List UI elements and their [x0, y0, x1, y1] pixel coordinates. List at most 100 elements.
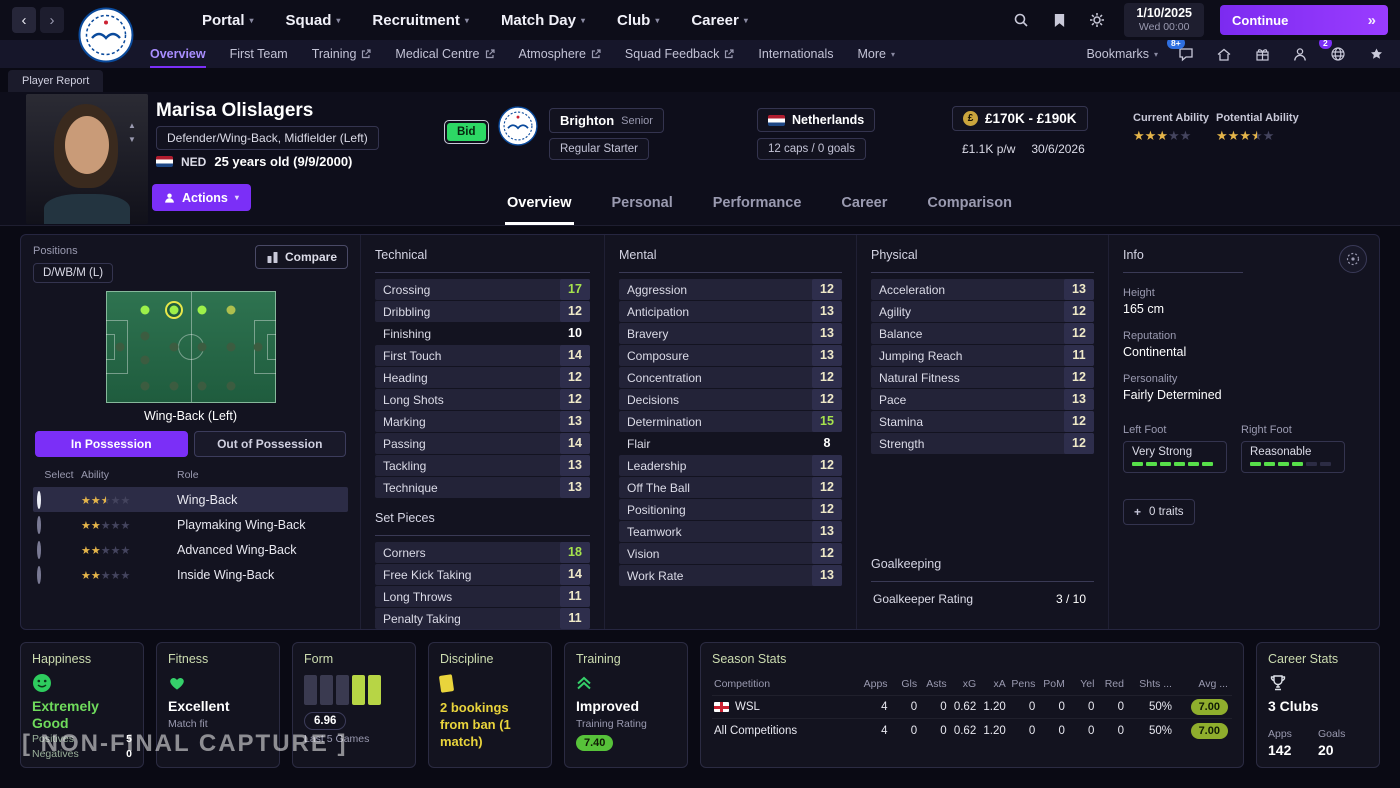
gear-icon[interactable]	[1086, 9, 1108, 31]
role-radio[interactable]	[37, 541, 41, 559]
globe-icon[interactable]: 2	[1328, 44, 1348, 64]
star-icon: ★	[1228, 128, 1240, 143]
form-panel[interactable]: Form 6.96 Last 5 Games	[292, 642, 416, 768]
attribute-row: Heading12	[375, 367, 590, 388]
previous-player-button[interactable]: ▲	[128, 122, 136, 130]
field-value: Continental	[1123, 345, 1365, 359]
negatives-count: 0	[126, 747, 132, 763]
role-row[interactable]: ★★★★★Wing-Back	[33, 487, 348, 512]
average-rating-cell: 7.00	[1176, 699, 1232, 715]
traits-button[interactable]: + 0 traits	[1123, 499, 1195, 525]
money-icon: £	[963, 111, 978, 126]
continue-button[interactable]: Continue »	[1220, 5, 1388, 35]
subnav-overview[interactable]: Overview	[150, 40, 206, 68]
fitness-panel[interactable]: Fitness Excellent Match fit	[156, 642, 280, 768]
awards-icon[interactable]	[1366, 44, 1386, 64]
subnav-squad-feedback[interactable]: Squad Feedback	[625, 40, 735, 68]
bookmark-icon[interactable]	[1048, 9, 1070, 31]
next-player-button[interactable]: ▼	[128, 136, 136, 144]
happiness-status: Extremely Good	[32, 698, 132, 732]
attribute-value: 13	[812, 345, 842, 366]
star-icon: ★	[81, 570, 91, 582]
club-status-box[interactable]: Brighton Senior	[549, 108, 664, 133]
chevron-down-icon: ▾	[250, 16, 254, 25]
info-panel: Info Height 165 cm Reputation Continenta…	[1109, 235, 1379, 629]
menu-portal[interactable]: Portal▾	[202, 12, 254, 29]
home-icon[interactable]	[1214, 44, 1234, 64]
footedness-section: Left Foot Very Strong Right Foot Reasona…	[1123, 424, 1365, 473]
star-icon: ★	[81, 495, 91, 507]
compare-button[interactable]: Compare	[255, 245, 348, 269]
subnav-more[interactable]: More▾	[857, 40, 895, 68]
subnav-medical-centre[interactable]: Medical Centre	[395, 40, 494, 68]
back-button[interactable]: ‹	[12, 7, 36, 33]
panel-settings-icon[interactable]	[1339, 245, 1367, 273]
training-panel[interactable]: Training Improved Training Rating 7.40	[564, 642, 688, 768]
foot-strength-segment	[1160, 462, 1171, 466]
game-date-button[interactable]: 1/10/2025 Wed 00:00	[1124, 3, 1204, 38]
attribute-name: Flair	[627, 437, 650, 451]
national-team-box[interactable]: Netherlands	[757, 108, 875, 132]
bid-button[interactable]: Bid	[447, 123, 486, 141]
current-ability-stars: ★★★★★	[1133, 128, 1209, 144]
squad-status-box[interactable]: Regular Starter	[549, 138, 649, 160]
subnav-atmosphere[interactable]: Atmosphere	[519, 40, 601, 68]
in-possession-tab[interactable]: In Possession	[35, 431, 188, 457]
caps-goals: 12 caps / 0 goals	[768, 143, 855, 155]
role-row[interactable]: ★★★★★Advanced Wing-Back	[33, 537, 348, 562]
role-radio[interactable]	[37, 566, 41, 584]
role-row[interactable]: ★★★★★Playmaking Wing-Back	[33, 512, 348, 537]
season-stats-panel[interactable]: Season Stats CompetitionAppsGlsAstsxGxAP…	[700, 642, 1244, 768]
discipline-panel[interactable]: Discipline 2 bookings from ban (1 match)	[428, 642, 552, 768]
position-dot-none	[226, 343, 235, 352]
menu-career[interactable]: Career▾	[691, 12, 748, 29]
attribute-value: 12	[1064, 323, 1094, 344]
reputation-field: Reputation Continental	[1123, 330, 1365, 359]
role-radio[interactable]	[37, 491, 41, 509]
gift-icon[interactable]	[1252, 44, 1272, 64]
tab-career[interactable]: Career	[839, 183, 889, 225]
negatives-row: Negatives 0	[32, 747, 132, 763]
foot-strength-segment	[1278, 462, 1289, 466]
positives-row: Positives 5	[32, 732, 132, 748]
actions-button[interactable]: Actions ▾	[152, 184, 251, 211]
menu-recruitment[interactable]: Recruitment▾	[372, 12, 469, 29]
role-radio-cell	[37, 518, 81, 532]
tab-overview[interactable]: Overview	[505, 183, 574, 225]
career-stats-panel[interactable]: Career Stats 3 Clubs Apps 142 Goals 20	[1256, 642, 1380, 768]
attribute-name: Technique	[383, 481, 438, 495]
page-tab-player-report[interactable]: Player Report	[8, 70, 103, 92]
bookmarks-dropdown[interactable]: Bookmarks▾	[1086, 47, 1158, 61]
search-icon[interactable]	[1010, 9, 1032, 31]
menu-club[interactable]: Club▾	[617, 12, 659, 29]
tab-performance[interactable]: Performance	[711, 183, 804, 225]
brighton-club-badge[interactable]	[498, 106, 538, 146]
subnav-internationals[interactable]: Internationals	[758, 40, 833, 68]
attribute-row: Natural Fitness12	[871, 367, 1094, 388]
forward-button[interactable]: ›	[40, 7, 64, 33]
role-radio[interactable]	[37, 516, 41, 534]
out-of-possession-tab[interactable]: Out of Possession	[194, 431, 347, 457]
menu-match-day[interactable]: Match Day▾	[501, 12, 585, 29]
subnav-training[interactable]: Training	[312, 40, 372, 68]
summary-panels-row: Happiness Extremely Good Positives 5 Neg…	[20, 642, 1380, 768]
menu-squad[interactable]: Squad▾	[286, 12, 341, 29]
staff-icon[interactable]	[1290, 44, 1310, 64]
competition-name[interactable]: WSL	[712, 701, 862, 713]
technical-section-title: Technical	[375, 245, 590, 273]
competition-name[interactable]: All Competitions	[712, 725, 862, 737]
tab-comparison[interactable]: Comparison	[925, 183, 1014, 225]
happiness-panel[interactable]: Happiness Extremely Good Positives 5 Neg…	[20, 642, 144, 768]
role-row[interactable]: ★★★★★Inside Wing-Back	[33, 562, 348, 587]
bookmarks-label: Bookmarks	[1086, 47, 1149, 61]
season-stats-header-cell: Red	[1098, 678, 1128, 690]
attribute-value: 12	[1064, 301, 1094, 322]
attribute-name: Long Shots	[383, 393, 444, 407]
attribute-value: 12	[812, 455, 842, 476]
attribute-value: 12	[812, 499, 842, 520]
tab-personal[interactable]: Personal	[610, 183, 675, 225]
club-crest-logo[interactable]	[78, 7, 134, 63]
subnav-first-team[interactable]: First Team	[230, 40, 288, 68]
social-icon[interactable]: 8+	[1176, 44, 1196, 64]
transfer-value-box[interactable]: £ £170K - £190K	[952, 106, 1088, 131]
